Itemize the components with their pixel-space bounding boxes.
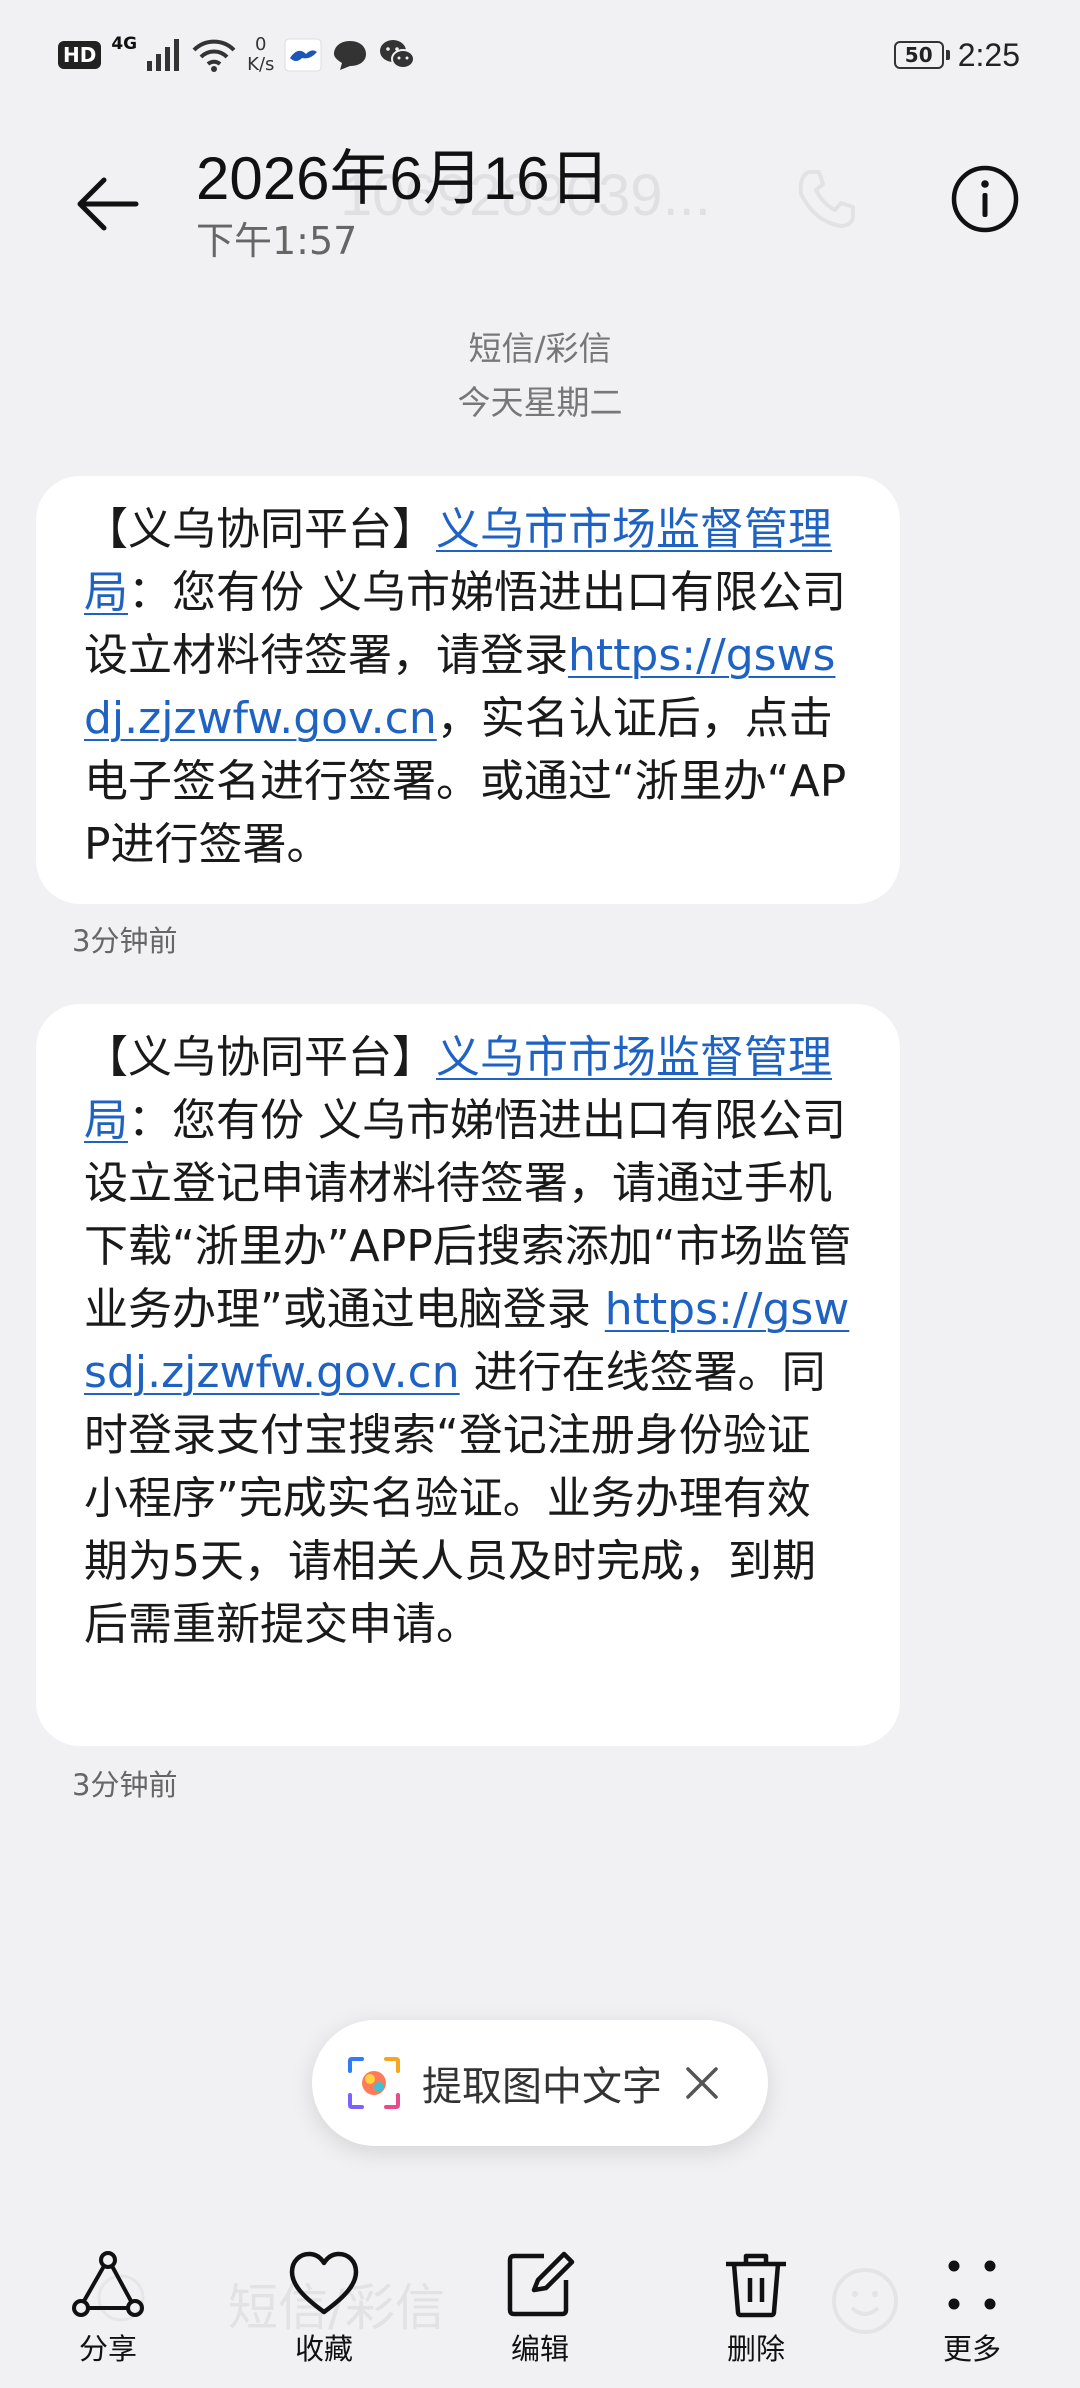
battery-level: 50 [904, 43, 933, 67]
message-prefix: 【义乌协同平台】 [84, 1032, 436, 1083]
status-time: 2:25 [957, 36, 1020, 73]
close-icon [686, 2067, 718, 2099]
edit-label: 编辑 [510, 2332, 569, 2366]
page-subtitle: 下午1:57 [196, 219, 358, 263]
status-bar: HD 4G 0 K/s 50 2:25 [0, 0, 1080, 110]
share-icon [72, 2251, 144, 2317]
day-label: 今天星期二 [457, 383, 623, 422]
text-scan-icon [348, 2057, 400, 2109]
arrow-left-icon [77, 177, 139, 231]
extract-text-pill[interactable]: 提取图中文字 [312, 2020, 768, 2146]
message-prefix: 【义乌协同平台】 [84, 504, 436, 555]
app-notification-icon [284, 38, 322, 72]
wifi-icon [192, 39, 236, 72]
phone-icon [798, 170, 855, 228]
delete-label: 删除 [726, 2332, 785, 2366]
conversation-header: 1069289039... 2026年6月16日 下午1:57 [0, 110, 1080, 280]
info-icon [951, 165, 1019, 233]
speed-value: 0 [255, 34, 267, 55]
favorite-button[interactable]: 收藏 [254, 2250, 394, 2368]
emoji-icon [832, 2268, 898, 2334]
edit-button[interactable]: 编辑 [470, 2250, 610, 2368]
message-time: 3分钟前 [72, 924, 178, 958]
more-label: 更多 [942, 2332, 1001, 2366]
message-bubble[interactable]: 【义乌协同平台】义乌市市场监督管理局：您有份 义乌市娣悟进出口有限公司 设立登记… [36, 1004, 900, 1746]
share-button[interactable]: 分享 [38, 2250, 178, 2368]
network-type: 4G [111, 34, 138, 54]
edit-icon [507, 2251, 575, 2317]
wechat-icon [380, 40, 416, 69]
extract-text-label: 提取图中文字 [422, 2064, 662, 2110]
conversation-meta: 短信/彩信 今天星期二 [0, 322, 1080, 430]
more-icon [948, 2260, 996, 2310]
info-button[interactable] [940, 154, 1030, 244]
back-button[interactable] [58, 154, 158, 254]
close-button[interactable] [680, 2061, 724, 2105]
status-right: 50 2:25 [893, 30, 1020, 80]
speed-unit: K/s [247, 54, 275, 75]
battery-icon: 50 [893, 41, 950, 69]
share-label: 分享 [78, 2332, 137, 2366]
delete-button[interactable]: 删除 [686, 2250, 826, 2368]
message-time: 3分钟前 [72, 1768, 178, 1802]
heart-icon [289, 2251, 359, 2315]
message-bubble[interactable]: 【义乌协同平台】义乌市市场监督管理局：您有份 义乌市娣悟进出口有限公司 设立材料… [36, 476, 900, 904]
channel-label: 短信/彩信 [468, 329, 612, 368]
message-bubble-icon [334, 41, 367, 70]
cell-signal-icon [147, 39, 180, 71]
trash-icon [726, 2253, 786, 2318]
more-button[interactable]: 更多 [902, 2250, 1042, 2368]
bottom-toolbar: 短信/彩信 分享 收藏 编辑 删除 更多 [0, 2220, 1080, 2388]
network-speed: 0 K/s [247, 35, 274, 75]
favorite-label: 收藏 [294, 2332, 353, 2366]
page-title: 2026年6月16日 [196, 145, 610, 212]
hd-badge: HD [58, 41, 102, 69]
status-left: HD 4G 0 K/s [58, 30, 416, 80]
